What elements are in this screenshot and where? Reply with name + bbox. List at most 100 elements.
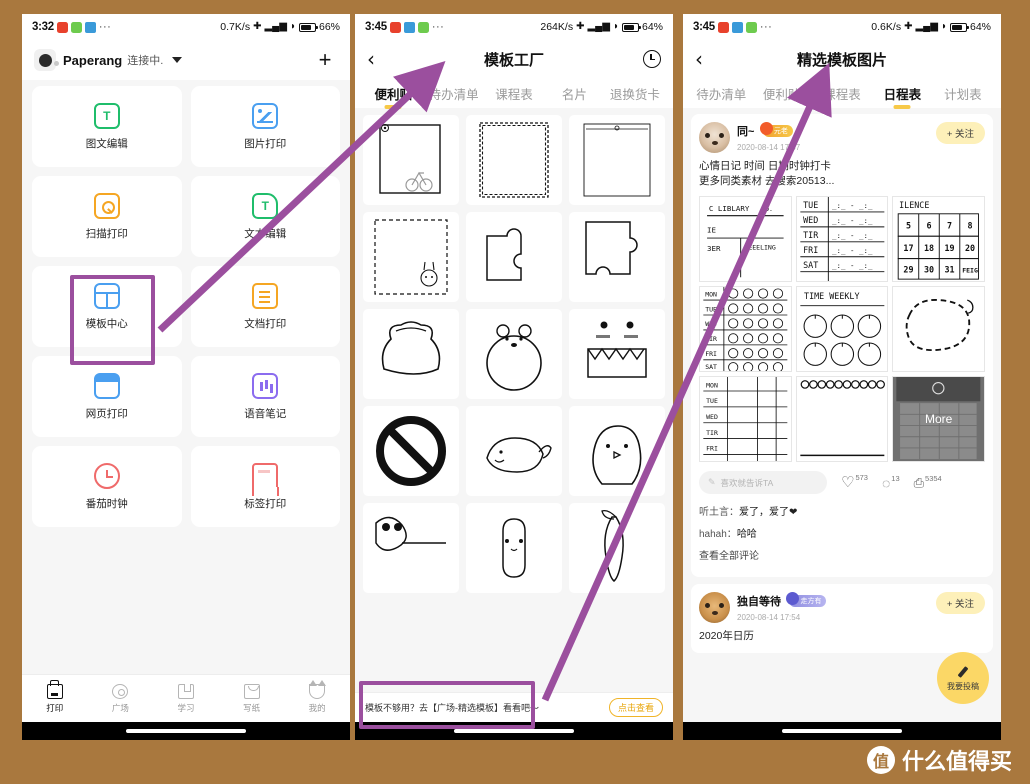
battery-icon [621,22,641,32]
comment-author: hahah： [699,529,737,541]
avatar[interactable] [699,122,730,153]
template-thumb[interactable] [363,309,459,399]
phone-screenshots-row: 3:32 ··· 0.7K/s ✚ ▂▄▆ ◗ 66% Paperang 连接中… [0,0,1030,740]
post-thumbnail[interactable]: ILENCE 5 6 7 8 17 18 19 20 29 30 31 FEIG [892,196,985,283]
post-thumbnail[interactable]: C LIBLARY NO. IE 3ER FEEELING [699,196,792,283]
feature-card-document-print[interactable]: 文档打印 [190,266,340,347]
feature-grid-area: 图文编辑 图片打印 扫描打印 文本编辑 模板中心 [22,80,350,700]
submit-post-button[interactable]: 我要投稿 [937,652,989,704]
feature-card-image-text-edit[interactable]: 图文编辑 [32,86,182,167]
svg-text:WED: WED [706,413,718,421]
feature-label: 图片打印 [244,137,287,150]
template-thumb[interactable] [363,406,459,496]
template-thumb[interactable] [569,503,665,593]
template-thumb[interactable] [569,212,665,302]
tab-schedule[interactable]: 课程表 [484,84,544,103]
bluetooth-icon: ✚ [904,21,913,32]
bottom-tab-bar: 打印 广场 学习 写纸 我的 [22,674,350,722]
template-thumb[interactable] [363,115,459,205]
post-thumbnail[interactable]: TUE WED TIR FRI SAT _:_ - _:_ _:_ - _:_ _:_ … [795,196,889,283]
feature-label: 语音笔记 [244,407,287,420]
chevron-down-icon[interactable] [172,57,183,63]
tab-business-card[interactable]: 名片 [544,84,604,103]
tab-sticky-note[interactable]: 便利贴 [751,84,811,103]
highlight-box-template-center [70,275,155,365]
tab-return-card[interactable]: 退换货卡 [605,84,665,103]
back-button[interactable]: ‹ [695,49,703,69]
template-grid-area [355,108,673,740]
tab-daily-schedule[interactable]: 日程表 [872,84,932,103]
tab-print[interactable]: 打印 [22,679,88,714]
back-button[interactable]: ‹ [367,49,375,69]
tab-sticky-note[interactable]: 便利贴 [363,84,423,103]
app-blue-icon [84,21,96,33]
tab-course-schedule[interactable]: 课程表 [812,84,872,103]
template-thumb[interactable] [466,406,562,496]
like-button[interactable]: ♡ 573 [841,473,868,490]
device-header[interactable]: Paperang 连接中. + [22,40,350,80]
tab-mine[interactable]: 我的 [284,679,350,714]
post-author[interactable]: 同~ [737,126,754,138]
post-more-thumbnail[interactable]: More [892,376,985,463]
feature-label: 文本编辑 [244,227,287,240]
template-thumb[interactable] [363,503,459,593]
tab-write[interactable]: 写纸 [219,683,285,714]
template-thumb[interactable] [466,309,562,399]
post-thumbnail[interactable]: MON TUE WED TIR FRI [699,376,792,463]
template-thumb[interactable] [363,212,459,302]
post-thumbnail[interactable]: TIME WEEKLY [795,286,889,373]
tab-plaza[interactable]: 广场 [88,683,154,714]
post-thumbnail[interactable]: MON TUE WED TIR FRI SAT [699,286,792,373]
feature-card-label-print[interactable]: 标签打印 [190,446,340,527]
comment-author: 听土言： [699,507,739,519]
print-button[interactable]: ⎙ 5354 [914,474,942,489]
svg-text:31: 31 [945,265,955,275]
comment-item[interactable]: 听土言：爱了，爱了❤ [699,503,985,518]
svg-text:MON: MON [705,291,717,299]
net-speed: 0.6K/s [871,21,902,33]
status-time: 3:45 [693,21,715,33]
template-thumb[interactable] [466,503,562,593]
svg-text:NO.: NO. [761,205,773,213]
tab-study[interactable]: 学习 [153,683,219,714]
follow-button[interactable]: + 关注 [935,122,985,144]
template-thumb[interactable] [569,406,665,496]
feature-card-text-edit[interactable]: 文本编辑 [190,176,340,257]
author-badge: 走方有 [786,592,827,608]
tab-todo-list[interactable]: 待办清单 [423,84,483,103]
view-all-comments-link[interactable]: 查看全部评论 [699,547,985,562]
feature-card-image-print[interactable]: 图片打印 [190,86,340,167]
feature-card-voice-note[interactable]: 语音笔记 [190,356,340,437]
svg-text:_:_ - _:_: _:_ - _:_ [832,217,873,226]
watermark-text: 什么值得买 [901,749,1012,774]
comment-item[interactable]: hahah：哈哈 [699,525,985,540]
post-date: 2020-08-14 17:47 [737,143,801,152]
comment-input[interactable]: ✎ 喜欢就告诉TA [699,471,827,495]
feature-card-scan-print[interactable]: 扫描打印 [32,176,182,257]
feature-label: 扫描打印 [85,227,128,240]
post-thumbnail[interactable] [892,286,985,373]
more-dots-icon: ··· [759,21,773,33]
avatar[interactable] [699,592,730,624]
tab-plan-table[interactable]: 计划表 [933,84,993,103]
promo-view-button[interactable]: 点击查看 [608,698,663,717]
template-grid [363,115,665,593]
feature-card-web-print[interactable]: 网页打印 [32,356,182,437]
post-thumbnail[interactable] [795,376,889,463]
post-text-line1: 2020年日历 [699,630,754,643]
history-clock-icon[interactable] [643,50,661,68]
template-thumb[interactable] [569,309,665,399]
tab-todo-list[interactable]: 待办清单 [691,84,751,103]
battery-icon [949,22,969,32]
more-dots-icon: ··· [431,21,445,33]
follow-button[interactable]: + 关注 [935,592,985,615]
feature-card-pomodoro-clock[interactable]: 番茄时钟 [32,446,182,527]
post-author[interactable]: 独自等待 [737,596,781,608]
template-thumb[interactable] [466,212,562,302]
template-thumb[interactable] [569,115,665,205]
comment-button[interactable]: ◌ 13 [882,474,900,490]
app-green-icon [70,21,82,33]
template-thumb[interactable] [466,115,562,205]
svg-text:_:_ - _:_: _:_ - _:_ [832,202,873,211]
add-button[interactable]: + [312,47,338,73]
